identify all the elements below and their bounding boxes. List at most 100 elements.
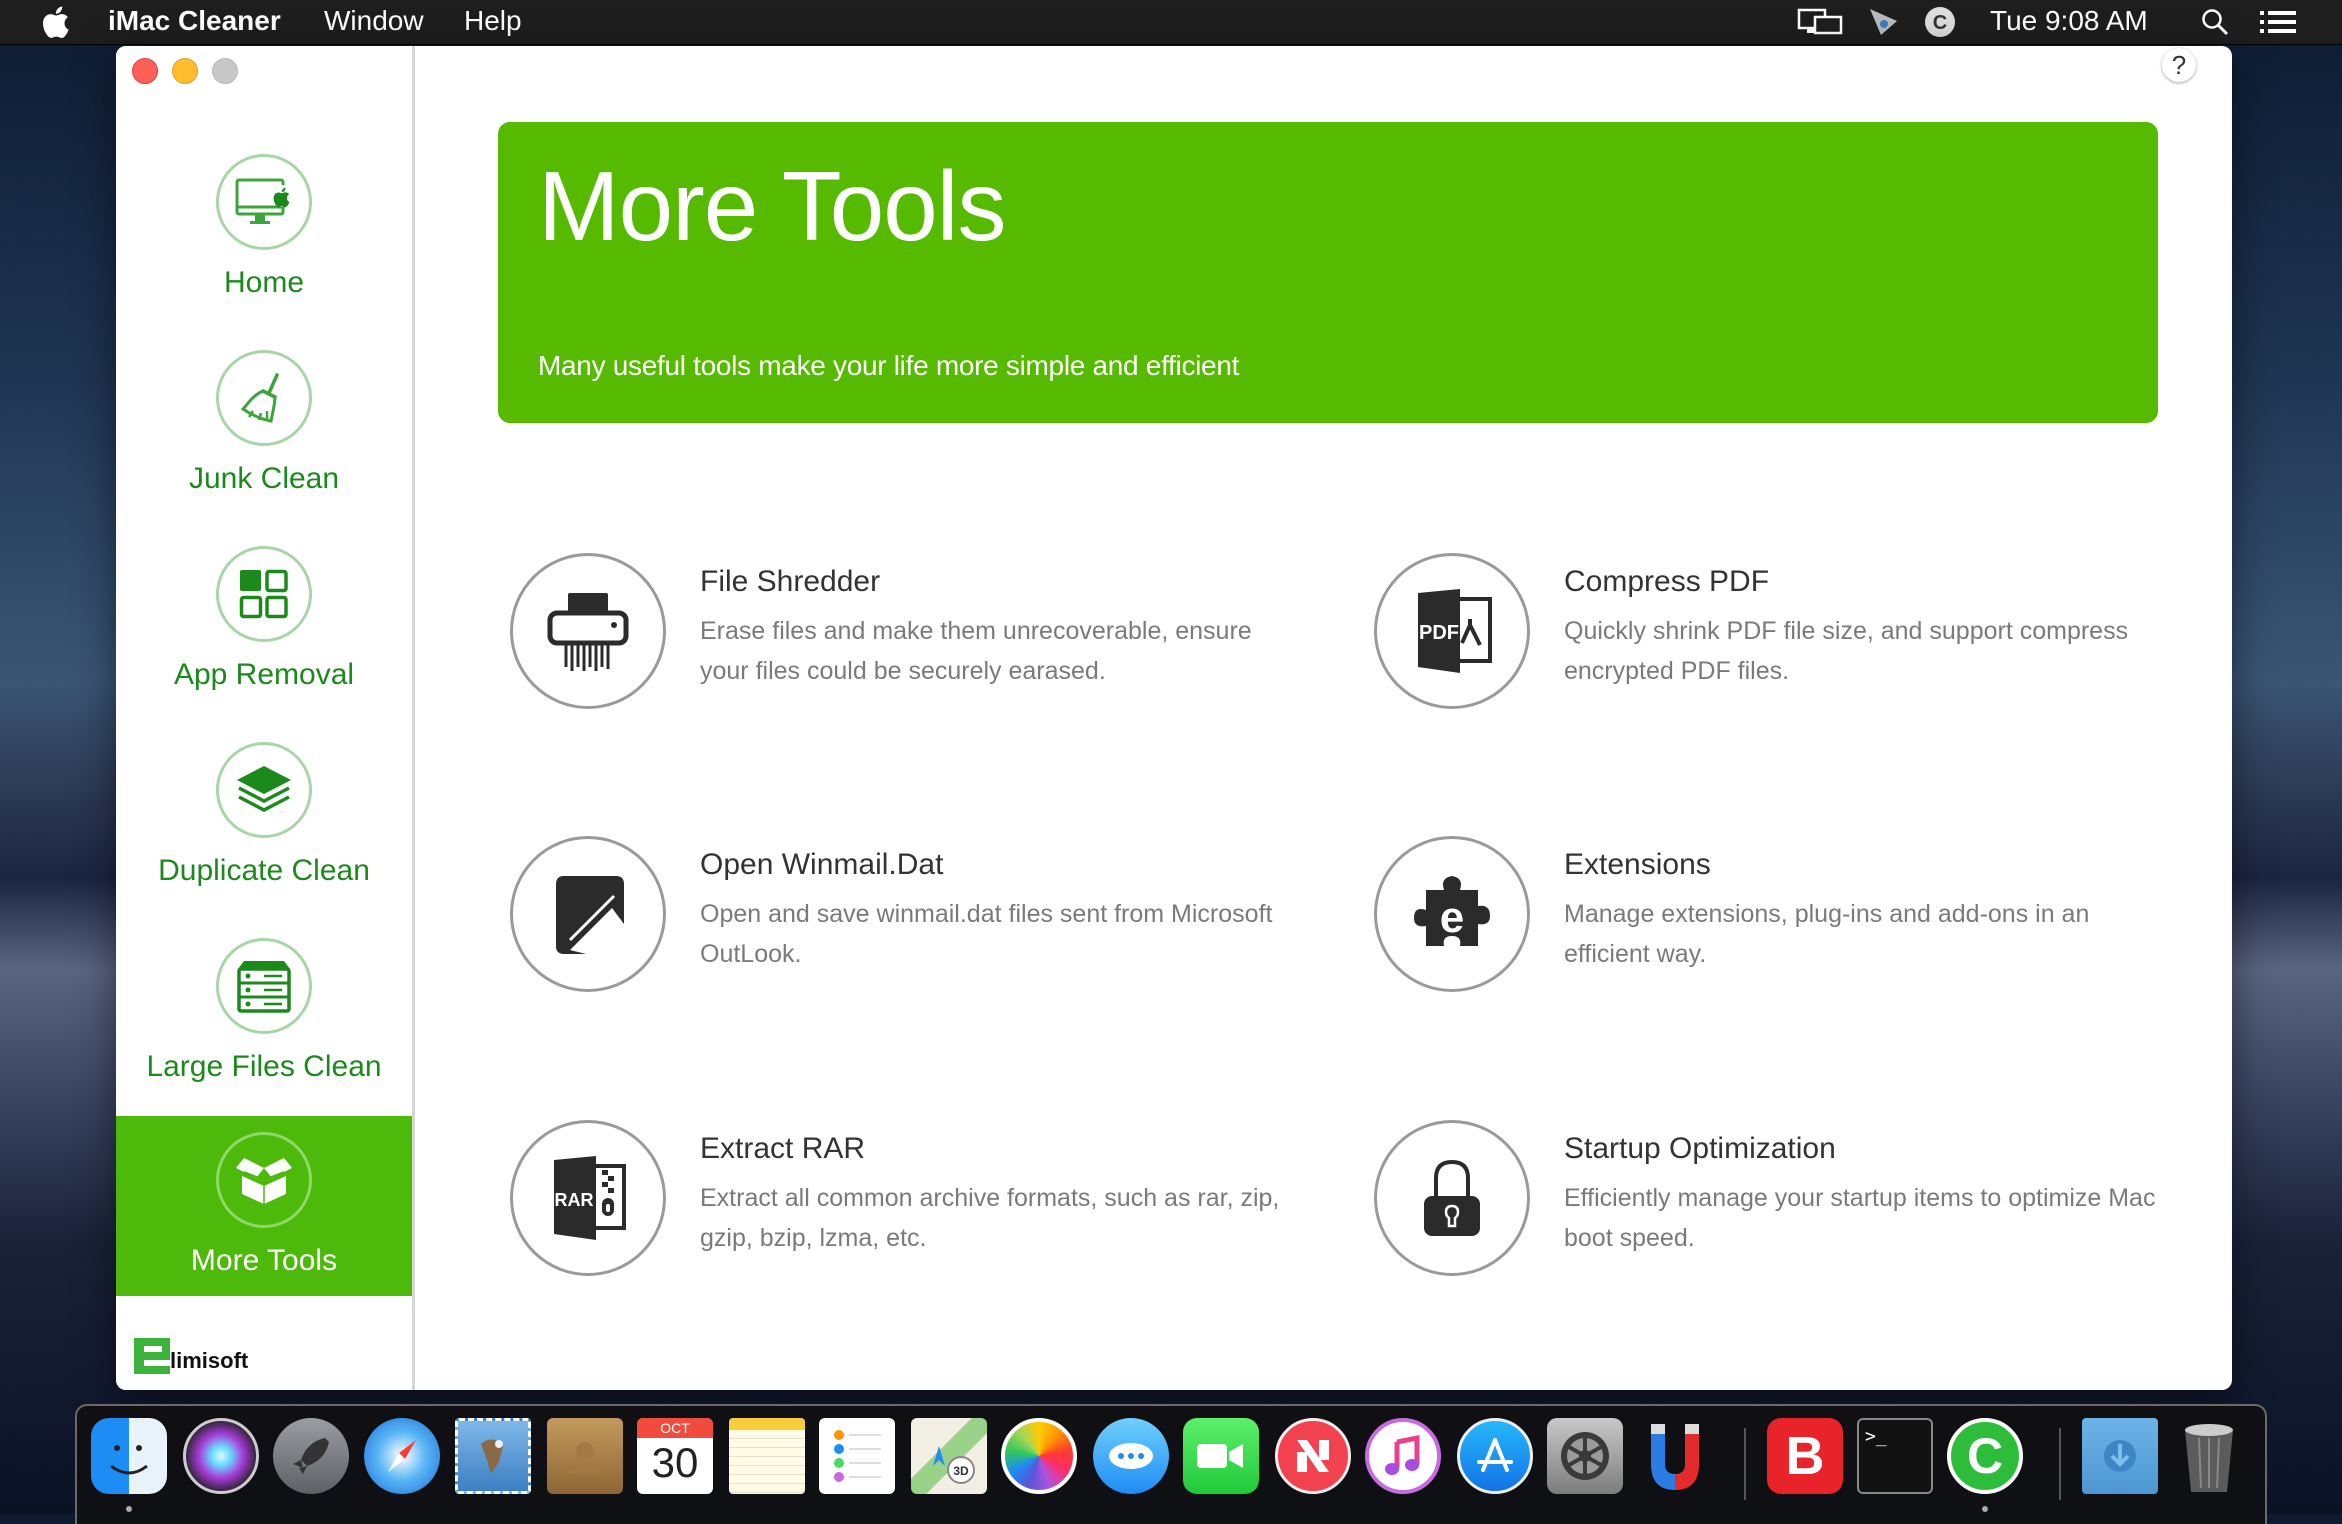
server-drawers-icon — [216, 938, 312, 1034]
sidebar-item-label: Junk Clean — [188, 462, 340, 495]
sidebar: Home Junk Clean App Removal Duplicate Cl… — [116, 46, 415, 1390]
sidebar-item-label: Home — [223, 266, 305, 299]
pdf-file-icon: PDF — [1374, 553, 1530, 709]
apple-menu-icon[interactable] — [40, 4, 70, 40]
tool-description: Efficiently manage your startup items to… — [1564, 1184, 2156, 1252]
svg-text:3D: 3D — [953, 1464, 969, 1478]
tool-title: Extensions — [1564, 848, 1711, 881]
mail-stamp-icon[interactable] — [455, 1418, 531, 1494]
magnet-icon[interactable] — [1637, 1418, 1713, 1494]
window-close-button[interactable] — [132, 58, 158, 84]
svg-text:C: C — [1933, 12, 1947, 34]
svg-text:PDF: PDF — [1419, 622, 1459, 644]
ccleaner-icon[interactable]: C — [1947, 1418, 2023, 1494]
notes-icon[interactable] — [729, 1418, 805, 1494]
tool-description: Quickly shrink PDF file size, and suppor… — [1564, 617, 2129, 685]
sidebar-item-app-removal[interactable]: App Removal — [116, 542, 412, 722]
bitdefender-b-icon[interactable]: B — [1767, 1418, 1843, 1494]
tool-title: Compress PDF — [1564, 565, 1770, 598]
window-zoom-button[interactable] — [212, 58, 238, 84]
messages-icon[interactable] — [1093, 1418, 1169, 1494]
tool-title: Extract RAR — [700, 1132, 866, 1165]
facetime-icon[interactable] — [1183, 1418, 1259, 1494]
sidebar-item-duplicate-clean[interactable]: Duplicate Clean — [116, 738, 412, 918]
safari-compass-icon[interactable] — [364, 1418, 440, 1494]
siri-icon[interactable] — [183, 1418, 259, 1494]
tool-title: Startup Optimization — [1564, 1132, 1836, 1165]
tool-startup-optimization[interactable]: Startup Optimization Efficiently manage … — [1374, 1120, 2194, 1290]
tool-extract-rar[interactable]: RAR Extract RAR Extract all common archi… — [510, 1120, 1330, 1290]
sidebar-item-label: App Removal — [173, 658, 355, 691]
launchpad-rocket-icon[interactable] — [273, 1418, 349, 1494]
downloads-folder-icon[interactable] — [2082, 1418, 2158, 1494]
tool-description: Extract all common archive formats, such… — [700, 1184, 1280, 1252]
app-menu-title[interactable]: iMac Cleaner — [108, 5, 281, 37]
dock-separator — [2059, 1428, 2061, 1500]
display-mirroring-icon[interactable] — [1796, 4, 1846, 40]
elimisoft-logo: limisoft — [132, 1336, 248, 1376]
puzzle-extension-icon: e — [1374, 836, 1530, 992]
page-subtitle: Many useful tools make your life more si… — [538, 350, 1240, 381]
menu-clock[interactable]: Tue 9:08 AM — [1990, 5, 2148, 37]
app-grid-icon — [216, 546, 312, 642]
padlock-icon — [1374, 1120, 1530, 1276]
sidebar-item-more-tools[interactable]: More Tools — [116, 1116, 412, 1296]
tool-compress-pdf[interactable]: PDF Compress PDF Quickly shrink PDF file… — [1374, 553, 2194, 723]
calendar-day: 30 — [651, 1439, 699, 1486]
broom-icon — [216, 350, 312, 446]
finder-running-indicator — [126, 1506, 132, 1512]
shredder-icon — [510, 553, 666, 709]
news-icon[interactable] — [1275, 1418, 1351, 1494]
tool-description: Manage extensions, plug-ins and add-ons … — [1564, 900, 2090, 968]
help-button[interactable]: ? — [2162, 48, 2196, 82]
contacts-book-icon[interactable] — [547, 1418, 623, 1494]
menu-help[interactable]: Help — [464, 5, 522, 37]
tool-open-winmail-dat[interactable]: Open Winmail.Dat Open and save winmail.d… — [510, 836, 1330, 1006]
ccleaner-status-icon[interactable]: C — [1922, 4, 1958, 40]
calendar-month: OCT — [637, 1418, 713, 1438]
calendar-icon[interactable]: OCT 30 — [637, 1418, 713, 1494]
finder-icon[interactable] — [91, 1418, 167, 1494]
page-banner: More Tools Many useful tools make your l… — [498, 122, 2158, 423]
open-box-icon — [216, 1132, 312, 1228]
menu-bar: iMac Cleaner Window Help C Tue 9:08 AM — [0, 0, 2342, 45]
sidebar-item-label: More Tools — [190, 1244, 338, 1277]
dock: OCT 30 3D B >_ C — [75, 1404, 2267, 1524]
photos-icon[interactable] — [1001, 1418, 1077, 1494]
spotlight-search-icon[interactable] — [2198, 4, 2232, 40]
app-store-icon[interactable] — [1457, 1418, 1533, 1494]
tool-description: Erase files and make them unrecoverable,… — [700, 617, 1252, 685]
sidebar-item-large-files-clean[interactable]: Large Files Clean — [116, 934, 412, 1114]
trash-icon[interactable] — [2171, 1418, 2247, 1494]
sidebar-item-junk-clean[interactable]: Junk Clean — [116, 346, 412, 526]
rar-archive-icon: RAR — [510, 1120, 666, 1276]
tool-extensions[interactable]: e Extensions Manage extensions, plug-ins… — [1374, 836, 2194, 1006]
open-external-icon — [510, 836, 666, 992]
sidebar-item-label: Large Files Clean — [146, 1050, 382, 1083]
notification-center-icon[interactable] — [2258, 4, 2298, 40]
tool-title: File Shredder — [700, 565, 881, 598]
terminal-icon[interactable]: >_ — [1857, 1418, 1933, 1494]
svg-text:e: e — [1440, 893, 1464, 942]
window-minimize-button[interactable] — [172, 58, 198, 84]
logo-text: limisoft — [170, 1348, 249, 1373]
ccleaner-running-indicator — [1982, 1506, 1988, 1512]
system-preferences-gear-icon[interactable] — [1547, 1418, 1623, 1494]
app-window: Home Junk Clean App Removal Duplicate Cl… — [116, 46, 2232, 1390]
tool-title: Open Winmail.Dat — [700, 848, 944, 881]
imac-apple-icon — [216, 154, 312, 250]
sidebar-item-home[interactable]: Home — [116, 150, 412, 330]
layers-icon — [216, 742, 312, 838]
sidebar-item-label: Duplicate Clean — [158, 854, 370, 887]
itunes-music-icon[interactable] — [1365, 1418, 1441, 1494]
maps-icon[interactable]: 3D — [911, 1418, 987, 1494]
page-title: More Tools — [538, 151, 1007, 261]
elimisoft-e-logo-icon — [134, 1338, 170, 1374]
dock-separator — [1744, 1428, 1746, 1500]
tool-description: Open and save winmail.dat files sent fro… — [700, 900, 1273, 968]
menu-window[interactable]: Window — [324, 5, 424, 37]
screen-capture-icon[interactable] — [1866, 4, 1902, 40]
tool-file-shredder[interactable]: File Shredder Erase files and make them … — [510, 553, 1330, 723]
reminders-icon[interactable] — [819, 1418, 895, 1494]
svg-text:RAR: RAR — [555, 1190, 594, 1210]
